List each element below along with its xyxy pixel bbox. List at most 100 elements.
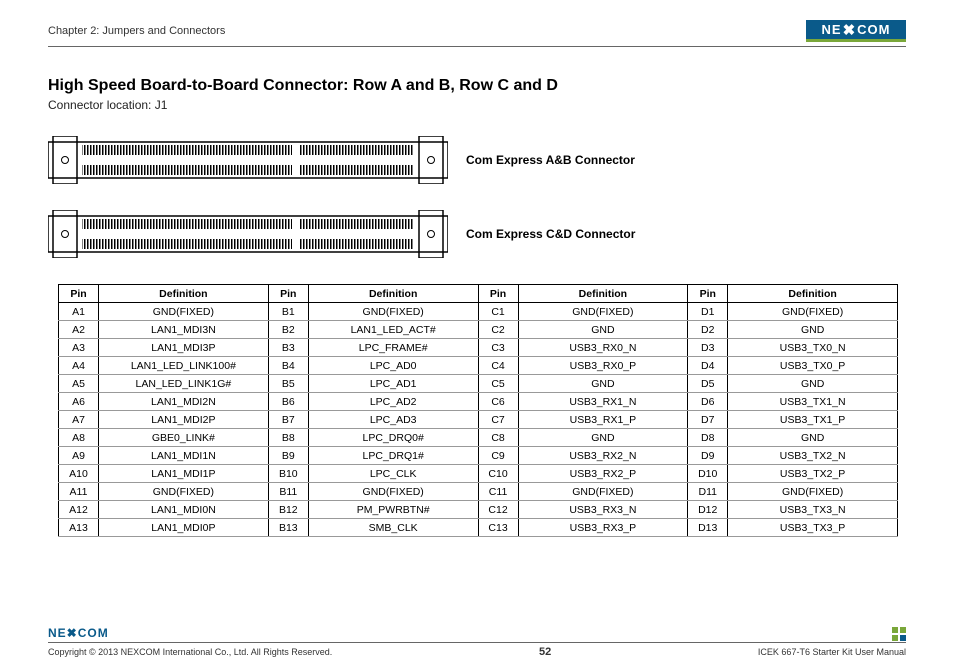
pin-cell: B7 <box>268 411 308 429</box>
definition-cell: GND <box>728 375 898 393</box>
connector-cd-diagram <box>48 210 448 258</box>
connector-ab-block: Com Express A&B Connector <box>48 136 906 184</box>
definition-cell: USB3_RX0_N <box>518 339 688 357</box>
pin-cell: A4 <box>59 357 99 375</box>
definition-cell: LAN1_MDI1P <box>98 465 268 483</box>
pin-cell: C2 <box>478 321 518 339</box>
definition-cell: LPC_DRQ1# <box>308 447 478 465</box>
pin-cell: D5 <box>688 375 728 393</box>
table-row: A13LAN1_MDI0PB13SMB_CLKC13USB3_RX3_PD13U… <box>59 519 898 537</box>
definition-cell: LPC_CLK <box>308 465 478 483</box>
definition-cell: GND <box>728 429 898 447</box>
pin-cell: C9 <box>478 447 518 465</box>
nexcom-logo-top: NE✖COM <box>806 20 906 42</box>
definition-cell: GND <box>518 321 688 339</box>
definition-cell: USB3_RX1_P <box>518 411 688 429</box>
definition-cell: USB3_TX0_N <box>728 339 898 357</box>
pin-cell: D3 <box>688 339 728 357</box>
pin-cell: A9 <box>59 447 99 465</box>
pin-cell: D11 <box>688 483 728 501</box>
definition-cell: LAN1_MDI0P <box>98 519 268 537</box>
definition-cell: GND(FIXED) <box>98 483 268 501</box>
definition-cell: LAN1_MDI3P <box>98 339 268 357</box>
definition-cell: USB3_RX2_P <box>518 465 688 483</box>
definition-cell: LAN1_MDI0N <box>98 501 268 519</box>
col-pin-c: Pin <box>478 285 518 303</box>
pin-cell: C11 <box>478 483 518 501</box>
manual-title: ICEK 667-T6 Starter Kit User Manual <box>758 647 906 657</box>
definition-cell: GND <box>518 429 688 447</box>
connector-cd-label: Com Express C&D Connector <box>466 227 635 241</box>
pin-cell: B5 <box>268 375 308 393</box>
connector-ab-label: Com Express A&B Connector <box>466 153 635 167</box>
col-def-b: Definition <box>308 285 478 303</box>
col-def-a: Definition <box>98 285 268 303</box>
pin-cell: B12 <box>268 501 308 519</box>
pin-cell: B11 <box>268 483 308 501</box>
pin-cell: B8 <box>268 429 308 447</box>
definition-cell: LPC_DRQ0# <box>308 429 478 447</box>
pin-table-container: Pin Definition Pin Definition Pin Defini… <box>58 284 906 537</box>
pin-cell: A7 <box>59 411 99 429</box>
definition-cell: GND <box>518 375 688 393</box>
table-row: A10LAN1_MDI1PB10LPC_CLKC10USB3_RX2_PD10U… <box>59 465 898 483</box>
definition-cell: USB3_TX1_N <box>728 393 898 411</box>
col-pin-b: Pin <box>268 285 308 303</box>
pin-cell: B2 <box>268 321 308 339</box>
pin-cell: C1 <box>478 303 518 321</box>
connector-location: Connector location: J1 <box>48 98 906 112</box>
definition-cell: LAN1_MDI3N <box>98 321 268 339</box>
definition-cell: USB3_TX2_P <box>728 465 898 483</box>
table-header-row: Pin Definition Pin Definition Pin Defini… <box>59 285 898 303</box>
page-number: 52 <box>539 646 551 658</box>
definition-cell: LPC_FRAME# <box>308 339 478 357</box>
definition-cell: LAN1_MDI2P <box>98 411 268 429</box>
col-pin-d: Pin <box>688 285 728 303</box>
definition-cell: LPC_AD2 <box>308 393 478 411</box>
section-title: High Speed Board-to-Board Connector: Row… <box>48 77 906 95</box>
pin-cell: C8 <box>478 429 518 447</box>
page-corner-icon <box>892 627 906 641</box>
definition-cell: USB3_TX2_N <box>728 447 898 465</box>
definition-cell: GND(FIXED) <box>98 303 268 321</box>
definition-cell: GND(FIXED) <box>728 303 898 321</box>
table-row: A4LAN1_LED_LINK100#B4LPC_AD0C4USB3_RX0_P… <box>59 357 898 375</box>
pin-cell: B10 <box>268 465 308 483</box>
definition-cell: USB3_TX1_P <box>728 411 898 429</box>
pin-cell: D8 <box>688 429 728 447</box>
pin-cell: C13 <box>478 519 518 537</box>
definition-cell: LPC_AD3 <box>308 411 478 429</box>
definition-cell: USB3_RX0_P <box>518 357 688 375</box>
pin-cell: D1 <box>688 303 728 321</box>
definition-cell: GND(FIXED) <box>518 303 688 321</box>
definition-cell: USB3_RX3_N <box>518 501 688 519</box>
definition-cell: USB3_TX3_N <box>728 501 898 519</box>
definition-cell: USB3_RX3_P <box>518 519 688 537</box>
pin-cell: D4 <box>688 357 728 375</box>
pin-cell: A12 <box>59 501 99 519</box>
pin-cell: A1 <box>59 303 99 321</box>
pin-cell: A3 <box>59 339 99 357</box>
definition-cell: LAN1_MDI2N <box>98 393 268 411</box>
pin-definition-table: Pin Definition Pin Definition Pin Defini… <box>58 284 898 537</box>
table-row: A1GND(FIXED)B1GND(FIXED)C1GND(FIXED)D1GN… <box>59 303 898 321</box>
pin-cell: A2 <box>59 321 99 339</box>
table-row: A12LAN1_MDI0NB12PM_PWRBTN#C12USB3_RX3_ND… <box>59 501 898 519</box>
pin-cell: C4 <box>478 357 518 375</box>
connector-ab-diagram <box>48 136 448 184</box>
table-row: A9LAN1_MDI1NB9LPC_DRQ1#C9USB3_RX2_ND9USB… <box>59 447 898 465</box>
definition-cell: LAN1_LED_LINK100# <box>98 357 268 375</box>
pin-cell: C12 <box>478 501 518 519</box>
pin-cell: B3 <box>268 339 308 357</box>
pin-cell: D10 <box>688 465 728 483</box>
nexcom-logo-bottom: NE✖COM <box>48 625 128 641</box>
pin-cell: C10 <box>478 465 518 483</box>
pin-cell: A10 <box>59 465 99 483</box>
table-row: A5LAN_LED_LINK1G#B5LPC_AD1C5GNDD5GND <box>59 375 898 393</box>
pin-cell: B13 <box>268 519 308 537</box>
page-header: Chapter 2: Jumpers and Connectors NE✖COM <box>48 20 906 47</box>
chapter-title: Chapter 2: Jumpers and Connectors <box>48 25 225 37</box>
definition-cell: LPC_AD0 <box>308 357 478 375</box>
definition-cell: GND <box>728 321 898 339</box>
definition-cell: USB3_RX2_N <box>518 447 688 465</box>
